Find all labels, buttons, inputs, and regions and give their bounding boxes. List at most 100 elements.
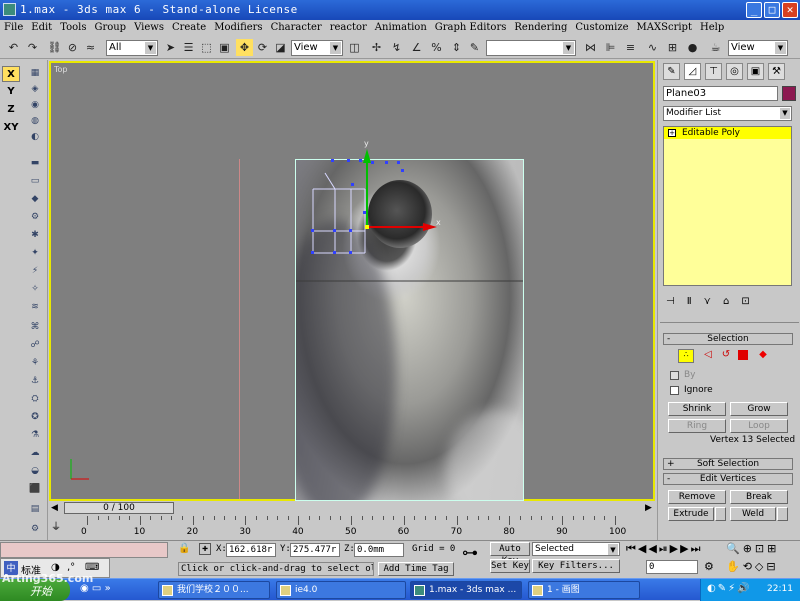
- modify-tab-icon[interactable]: ◿: [684, 63, 701, 80]
- quick-launch-more-icon[interactable]: »: [105, 583, 111, 594]
- material-editor-icon[interactable]: ●: [684, 39, 701, 56]
- break-button[interactable]: Break: [730, 490, 788, 504]
- tool-icon-13[interactable]: ✧: [27, 282, 43, 296]
- shrink-button[interactable]: Shrink: [668, 402, 726, 416]
- make-unique-icon[interactable]: ⋎: [704, 296, 723, 307]
- set-key-icon[interactable]: ⊶: [462, 543, 484, 567]
- window-crossing-icon[interactable]: ▣: [216, 39, 233, 56]
- tool-icon-3[interactable]: ◉: [27, 98, 43, 112]
- loop-button[interactable]: Loop: [730, 419, 788, 433]
- tool-icon-15[interactable]: ⌘: [27, 320, 43, 334]
- z-coordinate-field[interactable]: 0.0mm: [354, 543, 404, 557]
- select-and-scale-icon[interactable]: ◪: [272, 39, 289, 56]
- tool-icon-20[interactable]: ✪: [27, 410, 43, 424]
- zoom-extents-icon[interactable]: ⊡: [755, 542, 767, 555]
- angle-snap-icon[interactable]: ∠: [408, 39, 425, 56]
- time-slider[interactable]: 0 / 100: [64, 502, 174, 514]
- soft-selection-rollout-header[interactable]: + Soft Selection: [663, 458, 793, 470]
- absolute-mode-icon[interactable]: ✚: [199, 543, 211, 555]
- grow-button[interactable]: Grow: [730, 402, 788, 416]
- curve-editor-icon[interactable]: ∿: [644, 39, 661, 56]
- menu-create[interactable]: Create: [168, 20, 210, 33]
- zoom-all-icon[interactable]: ⊕: [743, 542, 755, 555]
- reference-coordinate-dropdown[interactable]: View ▼: [291, 40, 343, 56]
- tool-icon-22[interactable]: ☁: [27, 446, 43, 460]
- show-end-result-icon[interactable]: Ⅱ: [687, 296, 704, 307]
- bind-space-warp-icon[interactable]: ≈: [82, 39, 99, 56]
- remove-button[interactable]: Remove: [668, 490, 726, 504]
- stack-item-editable-poly[interactable]: + Editable Poly: [664, 127, 791, 139]
- named-selection-icon[interactable]: ✎: [466, 39, 483, 56]
- select-manipulate-icon[interactable]: ✢: [368, 39, 385, 56]
- tool-icon-2[interactable]: ◈: [27, 82, 43, 96]
- create-tab-icon[interactable]: ✎: [663, 63, 680, 80]
- edit-vertices-rollout-header[interactable]: - Edit Vertices: [663, 473, 793, 485]
- border-subobject-icon[interactable]: ↺: [718, 349, 734, 363]
- axis-z-button[interactable]: Z: [2, 102, 20, 118]
- tool-icon-23[interactable]: ◒: [27, 464, 43, 478]
- percent-snap-icon[interactable]: %: [428, 39, 445, 56]
- undo-icon[interactable]: ↶: [5, 39, 22, 56]
- add-time-tag-button[interactable]: Add Time Tag: [378, 562, 454, 576]
- maxscript-listener[interactable]: [0, 542, 168, 558]
- edge-subobject-icon[interactable]: ◁: [700, 349, 716, 363]
- auto-key-button[interactable]: Auto Key: [490, 542, 530, 566]
- menu-views[interactable]: Views: [130, 20, 168, 33]
- task-folder[interactable]: ie4.0: [276, 581, 406, 599]
- min-max-toggle-icon[interactable]: ⊟: [766, 560, 778, 573]
- menu-help[interactable]: Help: [696, 20, 728, 33]
- rectangular-selection-icon[interactable]: ⬚: [198, 39, 215, 56]
- configure-sets-icon[interactable]: ⊡: [741, 296, 761, 307]
- select-by-name-icon[interactable]: ☰: [180, 39, 197, 56]
- lock-selection-icon[interactable]: 🔒: [178, 543, 190, 555]
- tray-icons[interactable]: ◐✎⚡🔊: [707, 583, 752, 594]
- pan-icon[interactable]: ✋: [726, 560, 743, 573]
- tool-icon-19[interactable]: ⛭: [27, 392, 43, 406]
- tool-icon-10[interactable]: ✱: [27, 228, 43, 242]
- mirror-icon[interactable]: ⋈: [582, 39, 599, 56]
- pin-stack-icon[interactable]: ⊣: [666, 296, 687, 307]
- weld-button[interactable]: Weld: [730, 507, 776, 521]
- select-and-move-icon[interactable]: ✥: [236, 39, 253, 56]
- tool-icon-18[interactable]: ⚓: [27, 374, 43, 388]
- arc-rotate-icon[interactable]: ⟲: [743, 560, 755, 573]
- modifier-list-dropdown[interactable]: Modifier List ▼: [663, 106, 792, 121]
- menu-maxscript[interactable]: MAXScript: [633, 20, 696, 33]
- key-mode-dropdown[interactable]: Selected ▼: [532, 542, 620, 556]
- go-to-start-icon[interactable]: ⏮: [626, 542, 638, 555]
- time-slider-next[interactable]: ▶: [645, 503, 652, 513]
- spinner-snap-icon[interactable]: ⇕: [448, 39, 465, 56]
- menu-reactor[interactable]: reactor: [326, 20, 371, 33]
- menu-group[interactable]: Group: [90, 20, 130, 33]
- menu-customize[interactable]: Customize: [571, 20, 632, 33]
- task-paint[interactable]: 1 - 画图: [528, 581, 640, 599]
- named-selection-sets-dropdown[interactable]: ▼: [486, 40, 576, 56]
- tool-icon-24[interactable]: ⬛: [27, 482, 43, 496]
- object-name-field[interactable]: Plane03: [663, 86, 778, 101]
- time-slider-prev[interactable]: ◀: [51, 503, 58, 513]
- tool-icon-6[interactable]: ▬: [27, 156, 43, 170]
- weld-settings-button[interactable]: [777, 507, 788, 521]
- render-scene-icon[interactable]: ☕: [707, 39, 724, 56]
- menu-file[interactable]: File: [0, 20, 27, 33]
- set-key-button[interactable]: Set Key: [490, 559, 530, 573]
- object-color-swatch[interactable]: [782, 86, 796, 101]
- select-link-icon[interactable]: ⛓: [46, 39, 63, 56]
- selection-rollout-header[interactable]: - Selection: [663, 333, 793, 345]
- tool-icon-26[interactable]: ⚙: [27, 522, 43, 536]
- ring-button[interactable]: Ring: [668, 419, 726, 433]
- y-coordinate-field[interactable]: 275.477r: [290, 543, 340, 557]
- previous-frame-icon[interactable]: ◀◀: [638, 542, 659, 555]
- axis-y-button[interactable]: Y: [2, 84, 20, 100]
- layer-manager-icon[interactable]: ≡: [622, 39, 639, 56]
- render-type-dropdown[interactable]: View ▼: [728, 40, 788, 56]
- tool-icon-12[interactable]: ⚡: [27, 264, 43, 278]
- task-browser[interactable]: 我们学校２００...: [158, 581, 270, 599]
- modifier-stack[interactable]: + Editable Poly: [663, 126, 792, 286]
- element-subobject-icon[interactable]: ◆: [756, 349, 770, 361]
- axis-xy-button[interactable]: XY: [2, 120, 20, 136]
- tool-icon-5[interactable]: ◐: [27, 130, 43, 144]
- menu-character[interactable]: Character: [267, 20, 326, 33]
- current-frame-field[interactable]: 0: [646, 560, 698, 574]
- close-button[interactable]: ✕: [782, 2, 798, 18]
